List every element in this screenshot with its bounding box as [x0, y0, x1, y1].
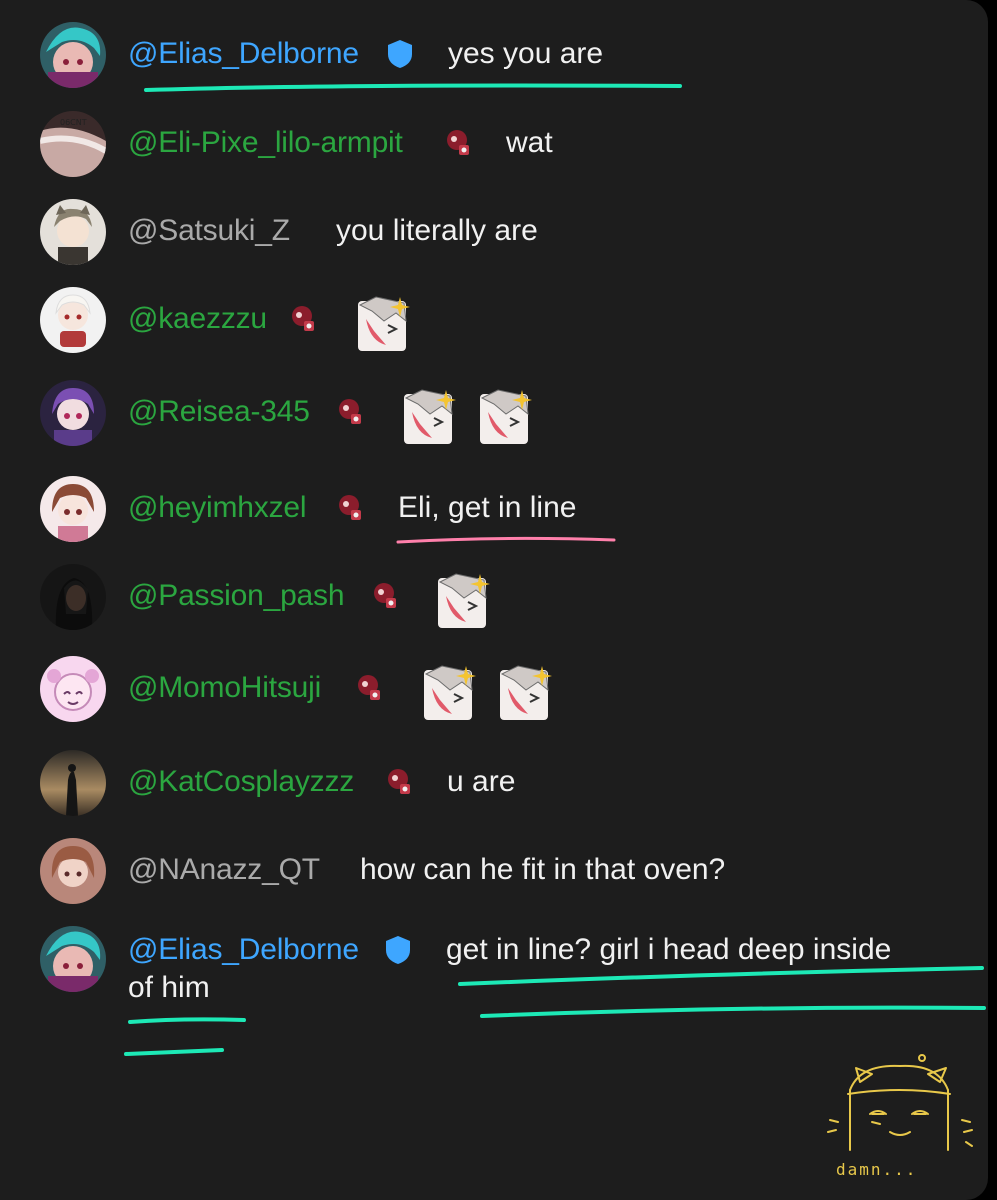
- custom-emote-icon: [500, 665, 552, 720]
- verified-shield-icon: [388, 40, 412, 68]
- comment-row: @MomoHitsuji: [40, 656, 980, 722]
- member-badge-icon: [388, 769, 410, 794]
- member-badge-icon: [292, 306, 314, 331]
- svg-text:06CNT: 06CNT: [60, 118, 87, 127]
- avatar[interactable]: [40, 656, 106, 722]
- teal-underline-marker: [124, 1017, 246, 1056]
- custom-emote-icon: [424, 665, 476, 720]
- comment-text: you literally are: [336, 214, 538, 247]
- avatar[interactable]: [40, 22, 106, 88]
- comment-panel: @Elias_Delborne yes you are 06CNT @Eli-P…: [0, 0, 988, 1200]
- member-badge-icon: [339, 495, 361, 520]
- custom-emote-icon: [438, 573, 490, 628]
- custom-emote-icon: [480, 389, 532, 444]
- teal-underline-marker: [144, 83, 682, 92]
- username[interactable]: @KatCosplayzzz: [128, 764, 354, 800]
- member-badge-icon: [358, 675, 380, 700]
- comment-row: 06CNT @Eli-Pixe_lilo-armpit wat: [40, 111, 980, 177]
- username[interactable]: @kaezzzu: [128, 301, 267, 337]
- avatar[interactable]: [40, 926, 106, 992]
- avatar[interactable]: [40, 287, 106, 353]
- comment-row: @NAnazz_QT how can he fit in that oven?: [40, 838, 980, 904]
- comment-text: Eli, get in line: [398, 491, 577, 524]
- username[interactable]: @Reisea-345: [128, 394, 310, 430]
- comment-text: how can he fit in that oven?: [360, 853, 726, 886]
- comment-row: @kaezzzu: [40, 287, 980, 353]
- member-badge-icon: [339, 399, 361, 424]
- username[interactable]: @heyimhxzel: [128, 490, 307, 526]
- member-badge-icon: [447, 130, 469, 155]
- username[interactable]: @NAnazz_QT: [128, 852, 320, 888]
- custom-emote-icon: [404, 389, 456, 444]
- doodle-caption: damn...: [836, 1160, 918, 1179]
- pink-underline-marker: [396, 536, 616, 544]
- comment-text: wat: [506, 126, 553, 159]
- comment-text: u are: [447, 765, 516, 798]
- comment-text: yes you are: [448, 37, 604, 70]
- username[interactable]: @Satsuki_Z: [128, 213, 290, 249]
- avatar[interactable]: [40, 564, 106, 630]
- username[interactable]: @Elias_Delborne: [128, 36, 359, 72]
- verified-shield-icon: [386, 936, 410, 964]
- username[interactable]: @Passion_pash: [128, 578, 345, 614]
- comment-row: @Satsuki_Z you literally are: [40, 199, 980, 265]
- avatar[interactable]: [40, 199, 106, 265]
- comment-row: @Passion_pash: [40, 564, 980, 630]
- username[interactable]: @Elias_Delborne: [128, 932, 359, 968]
- username[interactable]: @Eli-Pixe_lilo-armpit: [128, 125, 403, 161]
- member-badge-icon: [374, 583, 396, 608]
- teal-underline-marker: [458, 966, 986, 1018]
- username[interactable]: @MomoHitsuji: [128, 670, 321, 706]
- avatar[interactable]: [40, 838, 106, 904]
- avatar[interactable]: [40, 476, 106, 542]
- avatar[interactable]: 06CNT: [40, 111, 106, 177]
- comment-row: @KatCosplayzzz u are: [40, 750, 980, 816]
- custom-emote-icon: [358, 296, 410, 351]
- comment-row: @Reisea-345: [40, 380, 980, 446]
- comment-text-continued: of him: [128, 971, 210, 1004]
- avatar[interactable]: [40, 380, 106, 446]
- avatar[interactable]: [40, 750, 106, 816]
